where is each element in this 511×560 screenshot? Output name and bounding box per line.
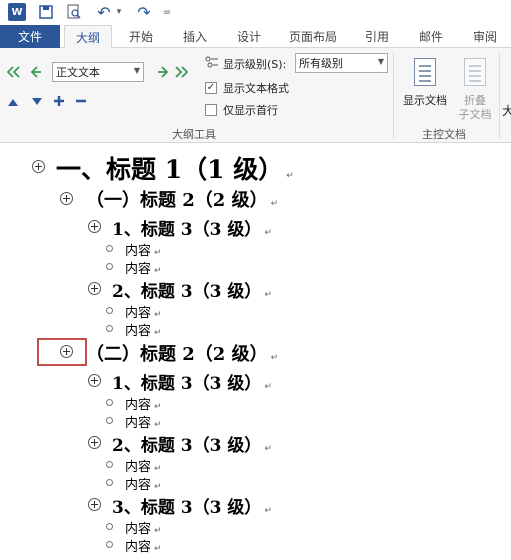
tab-insert[interactable]: 插入 bbox=[172, 25, 218, 48]
undo-dropdown[interactable]: ▾ bbox=[114, 2, 124, 22]
show-text-format-checkbox[interactable]: ✓ 显示文本格式 bbox=[205, 80, 289, 96]
tab-references[interactable]: 引用 bbox=[354, 25, 400, 48]
show-text-format-label: 显示文本格式 bbox=[223, 82, 289, 95]
outline-tools-group-label: 大纲工具 bbox=[172, 128, 216, 141]
expand-collapse-icon[interactable] bbox=[32, 160, 45, 173]
body-bullet-icon bbox=[106, 325, 113, 332]
redo-button[interactable]: ↷ bbox=[134, 2, 154, 22]
expand-collapse-icon[interactable] bbox=[88, 498, 101, 511]
expand-collapse-icon[interactable] bbox=[60, 192, 73, 205]
move-down-button[interactable] bbox=[30, 95, 44, 109]
outline-heading-3[interactable]: 2、标题 3（3 级） ↵ bbox=[112, 431, 272, 456]
undo-button[interactable]: ↶ bbox=[94, 2, 114, 22]
body-bullet-icon bbox=[106, 523, 113, 530]
expand-button[interactable] bbox=[52, 94, 66, 108]
clipped-ribbon-text: 大 bbox=[502, 104, 511, 118]
expand-collapse-icon[interactable] bbox=[88, 374, 101, 387]
show-level-select[interactable]: 所有级别 ▼ bbox=[295, 53, 388, 73]
word-logo-icon: W bbox=[8, 3, 26, 21]
body-bullet-icon bbox=[106, 263, 113, 270]
show-document-icon bbox=[414, 58, 436, 86]
outline-heading-3[interactable]: 3、标题 3（3 级） ↵ bbox=[112, 493, 272, 518]
collapse-subdocuments-button[interactable]: 折叠 子文档 bbox=[454, 54, 496, 121]
save-icon bbox=[39, 5, 53, 19]
title-bar: W ↶ ▾ ↷ = bbox=[0, 0, 511, 25]
print-preview-icon bbox=[67, 4, 81, 19]
show-first-line-checkbox[interactable]: 仅显示首行 bbox=[205, 102, 278, 118]
show-document-label: 显示文档 bbox=[403, 94, 447, 107]
highlight-box bbox=[37, 338, 87, 366]
expand-collapse-icon[interactable] bbox=[88, 282, 101, 295]
plus-icon bbox=[54, 96, 64, 106]
group-divider bbox=[499, 52, 500, 138]
outline-body-text[interactable]: 内容 ↵ bbox=[125, 518, 162, 537]
demote-button[interactable] bbox=[155, 64, 171, 80]
tab-design[interactable]: 设计 bbox=[226, 25, 272, 48]
save-button[interactable] bbox=[36, 2, 56, 22]
outline-heading-2[interactable]: （一）标题 2（2 级） ↵ bbox=[86, 186, 278, 212]
show-document-button[interactable]: 显示文档 bbox=[398, 54, 452, 108]
outline-level-select[interactable]: 正文文本 ▼ bbox=[52, 62, 144, 82]
tab-file[interactable]: 文件 bbox=[0, 25, 60, 48]
outline-body-text[interactable]: 内容 ↵ bbox=[125, 456, 162, 475]
collapse-label-line2: 子文档 bbox=[458, 108, 492, 121]
triangle-up-icon bbox=[8, 99, 18, 106]
outline-body-text[interactable]: 内容 ↵ bbox=[125, 240, 162, 259]
tab-home[interactable]: 开始 bbox=[118, 25, 164, 48]
show-first-line-label: 仅显示首行 bbox=[223, 104, 278, 117]
outline-level-value: 正文文本 bbox=[56, 66, 100, 79]
outline-heading-3[interactable]: 1、标题 3（3 级） ↵ bbox=[112, 369, 272, 394]
outline-body-text[interactable]: 内容 ↵ bbox=[125, 536, 162, 555]
outline-heading-1[interactable]: 一、标题 1（1 级） ↵ bbox=[56, 150, 294, 186]
ribbon-tabs: 文件 大纲 开始 插入 设计 页面布局 引用 邮件 审阅 bbox=[0, 25, 511, 49]
checkmark-icon: ✓ bbox=[205, 82, 217, 94]
collapse-subdocuments-icon bbox=[464, 58, 486, 86]
body-bullet-icon bbox=[106, 461, 113, 468]
outline-heading-2[interactable]: （二）标题 2（2 级） ↵ bbox=[86, 340, 278, 366]
promote-to-heading1-button[interactable] bbox=[6, 64, 22, 80]
move-up-button[interactable] bbox=[6, 95, 20, 109]
body-bullet-icon bbox=[106, 399, 113, 406]
customize-toolbar-button[interactable]: = bbox=[160, 2, 174, 22]
triangle-down-icon bbox=[32, 98, 42, 105]
outline-heading-3[interactable]: 2、标题 3（3 级） ↵ bbox=[112, 277, 272, 302]
left-arrow-icon bbox=[30, 66, 41, 78]
body-bullet-icon bbox=[106, 245, 113, 252]
expand-collapse-icon[interactable] bbox=[88, 220, 101, 233]
tab-review[interactable]: 审阅 bbox=[462, 25, 508, 48]
master-document-group-label: 主控文档 bbox=[422, 128, 466, 141]
tab-page-layout[interactable]: 页面布局 bbox=[280, 25, 346, 48]
double-left-arrow-icon bbox=[7, 66, 20, 78]
chevron-down-icon: ▼ bbox=[377, 57, 384, 66]
show-level-value: 所有级别 bbox=[299, 57, 343, 70]
chevron-down-icon: ▼ bbox=[133, 66, 140, 75]
body-bullet-icon bbox=[106, 479, 113, 486]
outline-body-text[interactable]: 内容 ↵ bbox=[125, 320, 162, 339]
expand-collapse-icon[interactable] bbox=[88, 436, 101, 449]
collapse-button[interactable] bbox=[74, 94, 88, 108]
body-bullet-icon bbox=[106, 307, 113, 314]
promote-button[interactable] bbox=[28, 64, 44, 80]
outline-body-text[interactable]: 内容 ↵ bbox=[125, 394, 162, 413]
ribbon-outline: 正文文本 ▼ 显示级别(S): 所有级别 ▼ ✓ 显示文本格式 仅显示首行 大纲… bbox=[0, 48, 511, 143]
double-right-arrow-icon bbox=[175, 66, 188, 78]
outline-body-text[interactable]: 内容 ↵ bbox=[125, 412, 162, 431]
tab-outline[interactable]: 大纲 bbox=[64, 25, 112, 49]
group-divider bbox=[393, 52, 394, 138]
minus-icon bbox=[76, 99, 86, 103]
show-level-label: 显示级别(S): bbox=[223, 58, 287, 71]
print-preview-button[interactable] bbox=[64, 2, 84, 22]
outline-body-text[interactable]: 内容 ↵ bbox=[125, 474, 162, 493]
checkbox-empty-icon bbox=[205, 104, 217, 116]
body-bullet-icon bbox=[106, 417, 113, 424]
demote-to-body-text-button[interactable] bbox=[173, 64, 189, 80]
right-arrow-icon bbox=[158, 66, 169, 78]
outline-heading-3[interactable]: 1、标题 3（3 级） ↵ bbox=[112, 215, 272, 240]
outline-body-text[interactable]: 内容 ↵ bbox=[125, 258, 162, 277]
show-level-icon bbox=[205, 55, 219, 69]
tab-mailings[interactable]: 邮件 bbox=[408, 25, 454, 48]
outline-body-text[interactable]: 内容 ↵ bbox=[125, 302, 162, 321]
body-bullet-icon bbox=[106, 541, 113, 548]
